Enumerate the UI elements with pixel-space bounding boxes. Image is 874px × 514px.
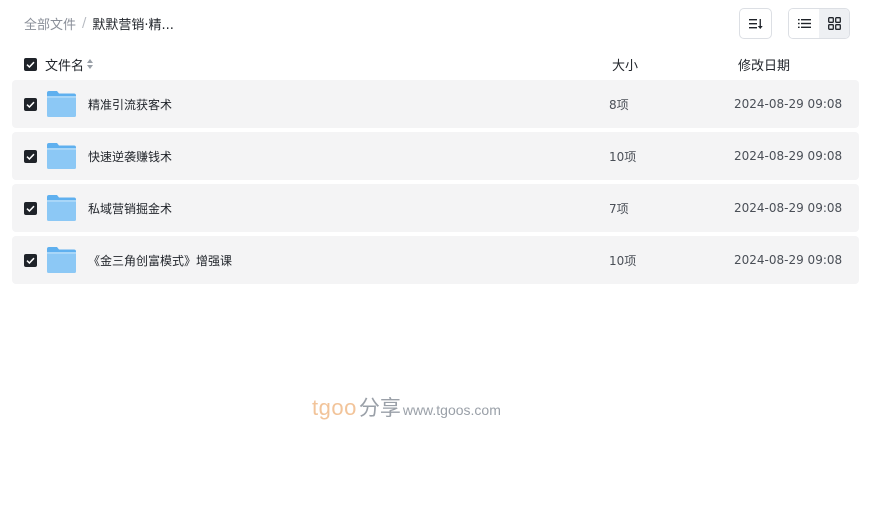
watermark-cn: 分享 — [358, 397, 401, 420]
view-toggle — [788, 8, 850, 39]
row-file-size: 10项 — [609, 253, 637, 268]
sort-toggle-icon[interactable] — [87, 59, 94, 69]
sort-button[interactable] — [739, 8, 772, 39]
check-icon — [26, 153, 35, 160]
row-modified-date: 2024-08-29 09:08 — [734, 253, 843, 267]
check-icon — [26, 257, 35, 264]
breadcrumb: 全部文件 / 默默营销·精... — [24, 14, 174, 33]
select-all-checkbox[interactable] — [24, 57, 37, 71]
view-toolbar — [739, 8, 850, 39]
table-row[interactable]: 《金三角创富模式》增强课 10项 2024-08-29 09:08 — [12, 236, 859, 284]
row-checkbox[interactable] — [24, 201, 37, 215]
folder-icon — [47, 195, 76, 221]
header-size-label: 大小 — [612, 58, 639, 74]
check-icon — [26, 205, 35, 212]
watermark-brand: tgoo — [312, 395, 357, 420]
row-file-size: 8项 — [609, 97, 629, 112]
row-file-name[interactable]: 《金三角创富模式》增强课 — [88, 252, 232, 269]
header-date-label: 修改日期 — [738, 58, 791, 74]
row-checkbox[interactable] — [24, 149, 37, 163]
breadcrumb-current: 默默营销·精... — [92, 18, 174, 33]
folder-icon — [47, 91, 76, 117]
check-icon — [26, 101, 35, 108]
row-file-name[interactable]: 精准引流获客术 — [88, 96, 172, 113]
row-file-size: 7项 — [609, 201, 629, 216]
table-row[interactable]: 快速逆袭赚钱术 10项 2024-08-29 09:08 — [12, 132, 859, 180]
watermark: tgoo 分享 www.tgoos.com — [312, 392, 501, 422]
folder-icon — [47, 247, 76, 273]
table-row[interactable]: 私域营销掘金术 7项 2024-08-29 09:08 — [12, 184, 859, 232]
table-header: 文件名 大小 修改日期 — [12, 52, 859, 76]
header-name-label[interactable]: 文件名 — [45, 55, 84, 74]
table-row[interactable]: 精准引流获客术 8项 2024-08-29 09:08 — [12, 80, 859, 128]
watermark-url: www.tgoos.com — [402, 402, 501, 418]
breadcrumb-root-link[interactable]: 全部文件 — [24, 14, 76, 33]
list-view-icon — [797, 19, 811, 28]
grid-view-button[interactable] — [819, 9, 849, 38]
row-checkbox[interactable] — [24, 97, 37, 111]
row-modified-date: 2024-08-29 09:08 — [734, 149, 843, 163]
row-file-name[interactable]: 快速逆袭赚钱术 — [88, 148, 172, 165]
file-list: 精准引流获客术 8项 2024-08-29 09:08 快速逆袭赚钱术 10项 … — [12, 80, 859, 288]
grid-view-icon — [827, 17, 841, 30]
row-file-name[interactable]: 私域营销掘金术 — [88, 200, 172, 217]
breadcrumb-separator: / — [82, 16, 87, 31]
row-file-size: 10项 — [609, 149, 637, 164]
header-name-column: 文件名 — [24, 55, 94, 74]
sort-icon — [748, 18, 763, 29]
row-modified-date: 2024-08-29 09:08 — [734, 201, 843, 215]
row-checkbox[interactable] — [24, 253, 37, 267]
row-modified-date: 2024-08-29 09:08 — [734, 97, 843, 111]
check-icon — [26, 61, 35, 68]
folder-icon — [47, 143, 76, 169]
list-view-button[interactable] — [789, 9, 819, 38]
